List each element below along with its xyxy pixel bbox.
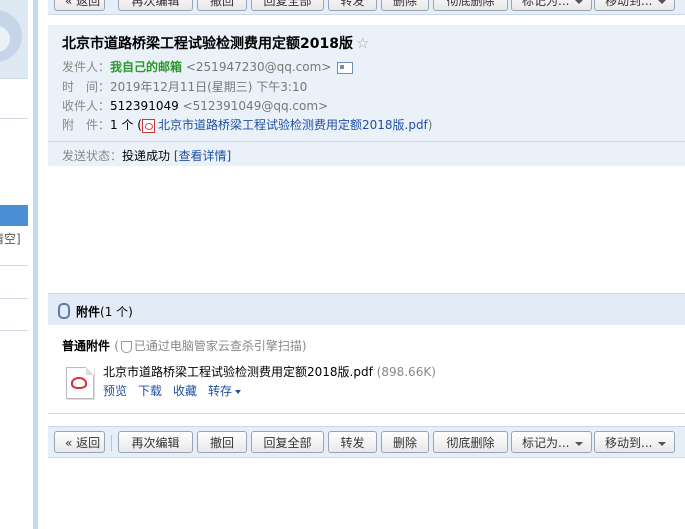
bottom-toolbar: « 返回 再次编辑 撤回 回复全部 转发 删除 彻底删除 标记为... 移动到.…	[48, 426, 685, 458]
sidebar-divider	[0, 298, 28, 299]
attachments-panel: 普通附件 ( 已通过电脑管家云查杀引擎扫描) 北京市道路桥梁工程试验检测费用定额2…	[48, 325, 685, 414]
attachment-file: 北京市道路桥梁工程试验检测费用定额2018版.pdf (898.66K)	[103, 363, 436, 380]
attachment-close-paren: )	[427, 118, 433, 132]
subject-text: 北京市道路桥梁工程试验检测费用定额2018版	[62, 36, 353, 52]
normal-attachments-text: 普通附件	[62, 339, 111, 353]
reply-all-button[interactable]: 回复全部	[251, 431, 324, 453]
attachment-row: 附 件：1 个 ( 北京市道路桥梁工程试验检测费用定额2018版.pdf)	[62, 116, 432, 133]
mark-as-dropdown[interactable]: 标记为...	[511, 0, 592, 11]
send-status-bar: 发送状态：投递成功 [查看详情]	[48, 141, 685, 166]
time-value: 2019年12月11日(星期三) 下午3:10	[110, 80, 308, 94]
attachment-count: 1 个 (	[110, 118, 142, 132]
scan-note-open: (	[114, 339, 119, 353]
attachment-actions: 预览 下载 收藏 转存	[103, 382, 252, 399]
download-link[interactable]: 下载	[138, 384, 162, 398]
normal-attachments-label: 普通附件 ( 已通过电脑管家云查杀引擎扫描)	[62, 337, 307, 354]
mail-header: 北京市道路桥梁工程试验检测费用定额2018版 ☆ 发件人：我自己的邮箱 <2519…	[48, 25, 685, 166]
transfer-label: 转存	[208, 384, 233, 398]
paperclip-icon	[58, 303, 70, 319]
to-name[interactable]: 512391049	[110, 99, 179, 113]
pdf-icon	[141, 118, 155, 133]
from-label: 发件人：	[62, 60, 111, 74]
back-button[interactable]: « 返回	[54, 0, 105, 11]
reedit-button[interactable]: 再次编辑	[118, 0, 193, 11]
top-toolbar: « 返回 再次编辑 撤回 回复全部 转发 删除 彻底删除 标记为... 移动到.…	[48, 0, 685, 15]
pane-splitter[interactable]	[33, 0, 38, 529]
toolbar-separator	[111, 435, 112, 451]
from-address: <251947230@qq.com>	[185, 60, 332, 74]
from-name[interactable]: 我自己的邮箱	[110, 60, 182, 74]
pdf-file-icon[interactable]	[66, 367, 94, 399]
perm-delete-button[interactable]: 彻底删除	[433, 431, 508, 453]
recall-button[interactable]: 撤回	[197, 431, 247, 453]
move-to-label: 移动到...	[605, 0, 653, 8]
attachment-file-name[interactable]: 北京市道路桥梁工程试验检测费用定额2018版.pdf	[103, 365, 373, 379]
move-to-label: 移动到...	[605, 436, 653, 450]
attachments-header: 附件(1 个)	[48, 293, 685, 326]
sidebar-divider	[0, 118, 28, 119]
contact-card-icon[interactable]	[337, 61, 354, 74]
mark-as-label: 标记为...	[522, 436, 570, 450]
mark-as-label: 标记为...	[522, 0, 570, 8]
to-label: 收件人：	[62, 99, 111, 113]
time-label: 时 间：	[62, 80, 111, 94]
chevron-down-icon	[658, 441, 667, 446]
status-value: 投递成功	[122, 149, 171, 163]
chevron-down-icon	[235, 389, 242, 394]
scan-note: 已通过电脑管家云查杀引擎扫描)	[133, 339, 307, 353]
status-label: 发送状态：	[62, 149, 123, 163]
mail-logo	[0, 0, 28, 78]
chevron-down-icon	[658, 0, 667, 4]
attachments-count: (1 个)	[100, 305, 133, 319]
status-row: 发送状态：投递成功 [查看详情]	[62, 147, 231, 164]
recall-button[interactable]: 撤回	[197, 0, 247, 11]
back-button[interactable]: « 返回	[54, 431, 105, 453]
perm-delete-button[interactable]: 彻底删除	[433, 0, 508, 11]
chevron-down-icon	[575, 441, 584, 446]
attachments-title-text: 附件	[76, 305, 101, 319]
from-row: 发件人：我自己的邮箱 <251947230@qq.com>	[62, 58, 354, 75]
reply-all-button[interactable]: 回复全部	[251, 0, 324, 11]
to-address: <512391049@qq.com>	[182, 99, 329, 113]
to-row: 收件人：512391049 <512391049@qq.com>	[62, 97, 328, 114]
sidebar-divider	[0, 78, 28, 79]
forward-button[interactable]: 转发	[328, 0, 377, 11]
time-row: 时 间：2019年12月11日(星期三) 下午3:10	[62, 78, 307, 95]
transfer-dropdown[interactable]: 转存	[208, 384, 242, 398]
attachments-title: 附件(1 个)	[76, 303, 133, 320]
sidebar-selected-item[interactable]	[0, 205, 28, 226]
attachment-link[interactable]: 北京市道路桥梁工程试验检测费用定额2018版.pdf	[158, 118, 428, 132]
move-to-dropdown[interactable]: 移动到...	[594, 431, 675, 453]
save-link[interactable]: 收藏	[173, 384, 197, 398]
status-details-link[interactable]: [查看详情]	[174, 149, 231, 163]
attachment-file-size: (898.66K)	[376, 365, 436, 379]
preview-link[interactable]: 预览	[103, 384, 127, 398]
delete-button[interactable]: 删除	[381, 0, 429, 11]
delete-button[interactable]: 删除	[381, 431, 429, 453]
chevron-down-icon	[575, 0, 584, 4]
mail-subject: 北京市道路桥梁工程试验检测费用定额2018版 ☆	[62, 33, 369, 53]
sidebar-divider	[0, 265, 28, 266]
sidebar-divider	[0, 330, 28, 331]
forward-button[interactable]: 转发	[328, 431, 377, 453]
mark-as-dropdown[interactable]: 标记为...	[511, 431, 592, 453]
reedit-button[interactable]: 再次编辑	[118, 431, 193, 453]
move-to-dropdown[interactable]: 移动到...	[594, 0, 675, 11]
attachment-label: 附 件：	[62, 118, 111, 132]
star-icon[interactable]: ☆	[356, 34, 369, 52]
sidebar-clear-link[interactable]: 清空]	[0, 230, 28, 247]
sidebar: 清空]	[0, 0, 28, 529]
shield-icon	[120, 340, 132, 353]
